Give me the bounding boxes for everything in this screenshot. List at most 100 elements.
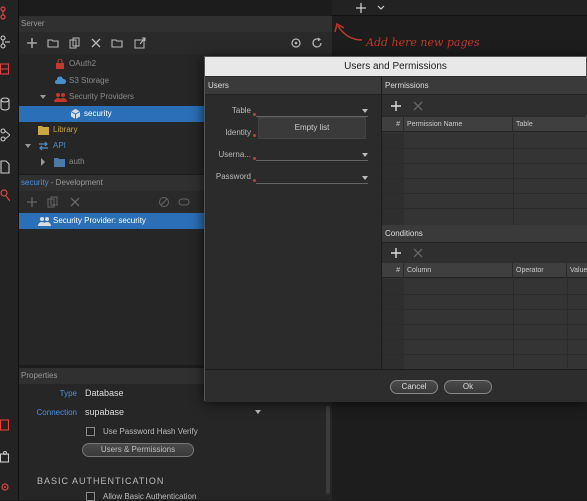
connection-label: Connection	[36, 408, 77, 417]
conditions-toolbar	[382, 243, 587, 263]
refresh-icon[interactable]	[311, 37, 323, 49]
add-icon[interactable]	[26, 196, 38, 208]
share-nodes-icon[interactable]	[0, 35, 10, 49]
flow-nodes-icon[interactable]	[0, 128, 10, 142]
tree-item-label: Security Providers	[69, 92, 134, 101]
security-provider-item[interactable]: Security Provider: security	[19, 213, 204, 229]
api-icon	[38, 141, 49, 151]
column-header: Table	[516, 121, 533, 128]
grid-row-line	[382, 193, 587, 194]
empty-list-popup: Empty list	[258, 117, 366, 139]
item-label: Security Provider: security	[53, 216, 146, 225]
cancel-button[interactable]: Cancel	[390, 380, 438, 394]
chevron-down-icon[interactable]	[25, 143, 36, 153]
chevron-down-icon	[255, 410, 261, 414]
type-label: Type	[59, 389, 77, 398]
chevron-right-icon[interactable]	[40, 158, 51, 168]
folder-icon	[38, 125, 49, 135]
grid-row-line	[382, 309, 587, 310]
toggle-icon[interactable]	[178, 196, 190, 208]
column-header: Value	[570, 267, 587, 274]
chevron-down-icon	[362, 109, 368, 113]
folder-add-icon[interactable]	[47, 37, 59, 49]
add-icon[interactable]	[26, 37, 38, 49]
chevron-down-icon[interactable]	[40, 94, 51, 104]
tree-item-label: API	[53, 141, 66, 150]
users-permissions-dialog: Users and Permissions Users Table Empty …	[204, 56, 587, 402]
settings-icon[interactable]	[290, 37, 302, 49]
tree-item-label: Library	[53, 125, 78, 134]
cube-icon	[70, 109, 81, 119]
username-select[interactable]	[256, 147, 368, 161]
gear-icon[interactable]	[0, 480, 10, 494]
permissions-grid[interactable]: # Permission Name Table	[382, 117, 587, 225]
activity-bar	[0, 0, 19, 500]
dialog-footer: Cancel Ok	[205, 369, 587, 402]
grid-row-line	[382, 163, 587, 164]
delete-icon[interactable]	[69, 196, 81, 208]
connection-select[interactable]: supabase	[85, 405, 261, 419]
tree-item-label: auth	[69, 157, 85, 166]
server-icon[interactable]	[0, 62, 10, 76]
git-branch-icon[interactable]	[0, 6, 10, 20]
duplicate-icon[interactable]	[47, 196, 59, 208]
tree-item-label: OAuth2	[69, 59, 97, 68]
users-permissions-button[interactable]: Users & Permissions	[82, 443, 194, 457]
conditions-grid-header: # Column Operator Value	[382, 263, 587, 278]
grid-row-line	[382, 294, 587, 295]
chevron-down-icon	[362, 176, 368, 180]
column-header: Permission Name	[404, 117, 513, 131]
permissions-section-header: Permissions	[382, 77, 587, 95]
duplicate-icon[interactable]	[69, 37, 81, 49]
password-select[interactable]	[256, 170, 368, 184]
row-number-column	[382, 133, 404, 225]
table-select[interactable]	[256, 103, 368, 117]
remove-permission-icon[interactable]	[412, 100, 424, 112]
properties-scrollbar[interactable]	[326, 406, 330, 494]
conditions-grid[interactable]: # Column Operator Value	[382, 263, 587, 369]
dialog-title: Users and Permissions	[205, 57, 586, 76]
hash-verify-checkbox[interactable]	[86, 427, 95, 436]
add-page-icon[interactable]	[355, 2, 367, 14]
open-folder-icon[interactable]	[111, 37, 123, 49]
tree-item-label: S3 Storage	[69, 76, 110, 85]
file-icon[interactable]	[0, 160, 10, 174]
database-icon[interactable]	[0, 97, 10, 111]
remove-condition-icon[interactable]	[412, 247, 424, 259]
hash-verify-label: Use Password Hash Verify	[103, 427, 198, 436]
disable-icon[interactable]	[158, 196, 170, 208]
delete-icon[interactable]	[90, 37, 102, 49]
grid-row-line	[382, 178, 587, 179]
connection-value: supabase	[85, 407, 125, 417]
type-value: Database	[85, 388, 124, 398]
add-permission-icon[interactable]	[390, 100, 402, 112]
column-header: Column	[404, 263, 513, 277]
grid-row-line	[382, 148, 587, 149]
username-label: Userna...	[218, 150, 251, 159]
permissions-toolbar	[382, 95, 587, 115]
chevron-down-icon[interactable]	[376, 3, 388, 15]
required-marker	[253, 134, 256, 137]
folder-icon	[54, 157, 65, 167]
cloud-icon	[55, 76, 66, 86]
server-toolbar	[19, 32, 332, 54]
password-label: Password	[215, 172, 251, 181]
export-icon[interactable]	[134, 37, 146, 49]
users-section-header: Users	[205, 77, 381, 95]
tree-item-label: security	[84, 109, 112, 118]
identity-label: Identity	[225, 128, 251, 137]
column-header: #	[382, 117, 404, 131]
users-icon	[54, 92, 67, 102]
annotation-text: Add here new pages	[366, 36, 480, 49]
column-header: Operator	[513, 263, 567, 277]
conditions-section-header: Conditions	[382, 225, 587, 243]
lock-icon	[55, 59, 66, 69]
puzzle-icon[interactable]	[0, 450, 10, 464]
grid-row-line	[382, 354, 587, 355]
ok-button[interactable]: Ok	[444, 380, 492, 394]
search-icon[interactable]	[0, 188, 10, 202]
tree-item-security[interactable]: security	[19, 106, 204, 122]
add-condition-icon[interactable]	[390, 247, 402, 259]
grid-row-line	[382, 324, 587, 325]
terminal-icon[interactable]	[0, 418, 10, 432]
